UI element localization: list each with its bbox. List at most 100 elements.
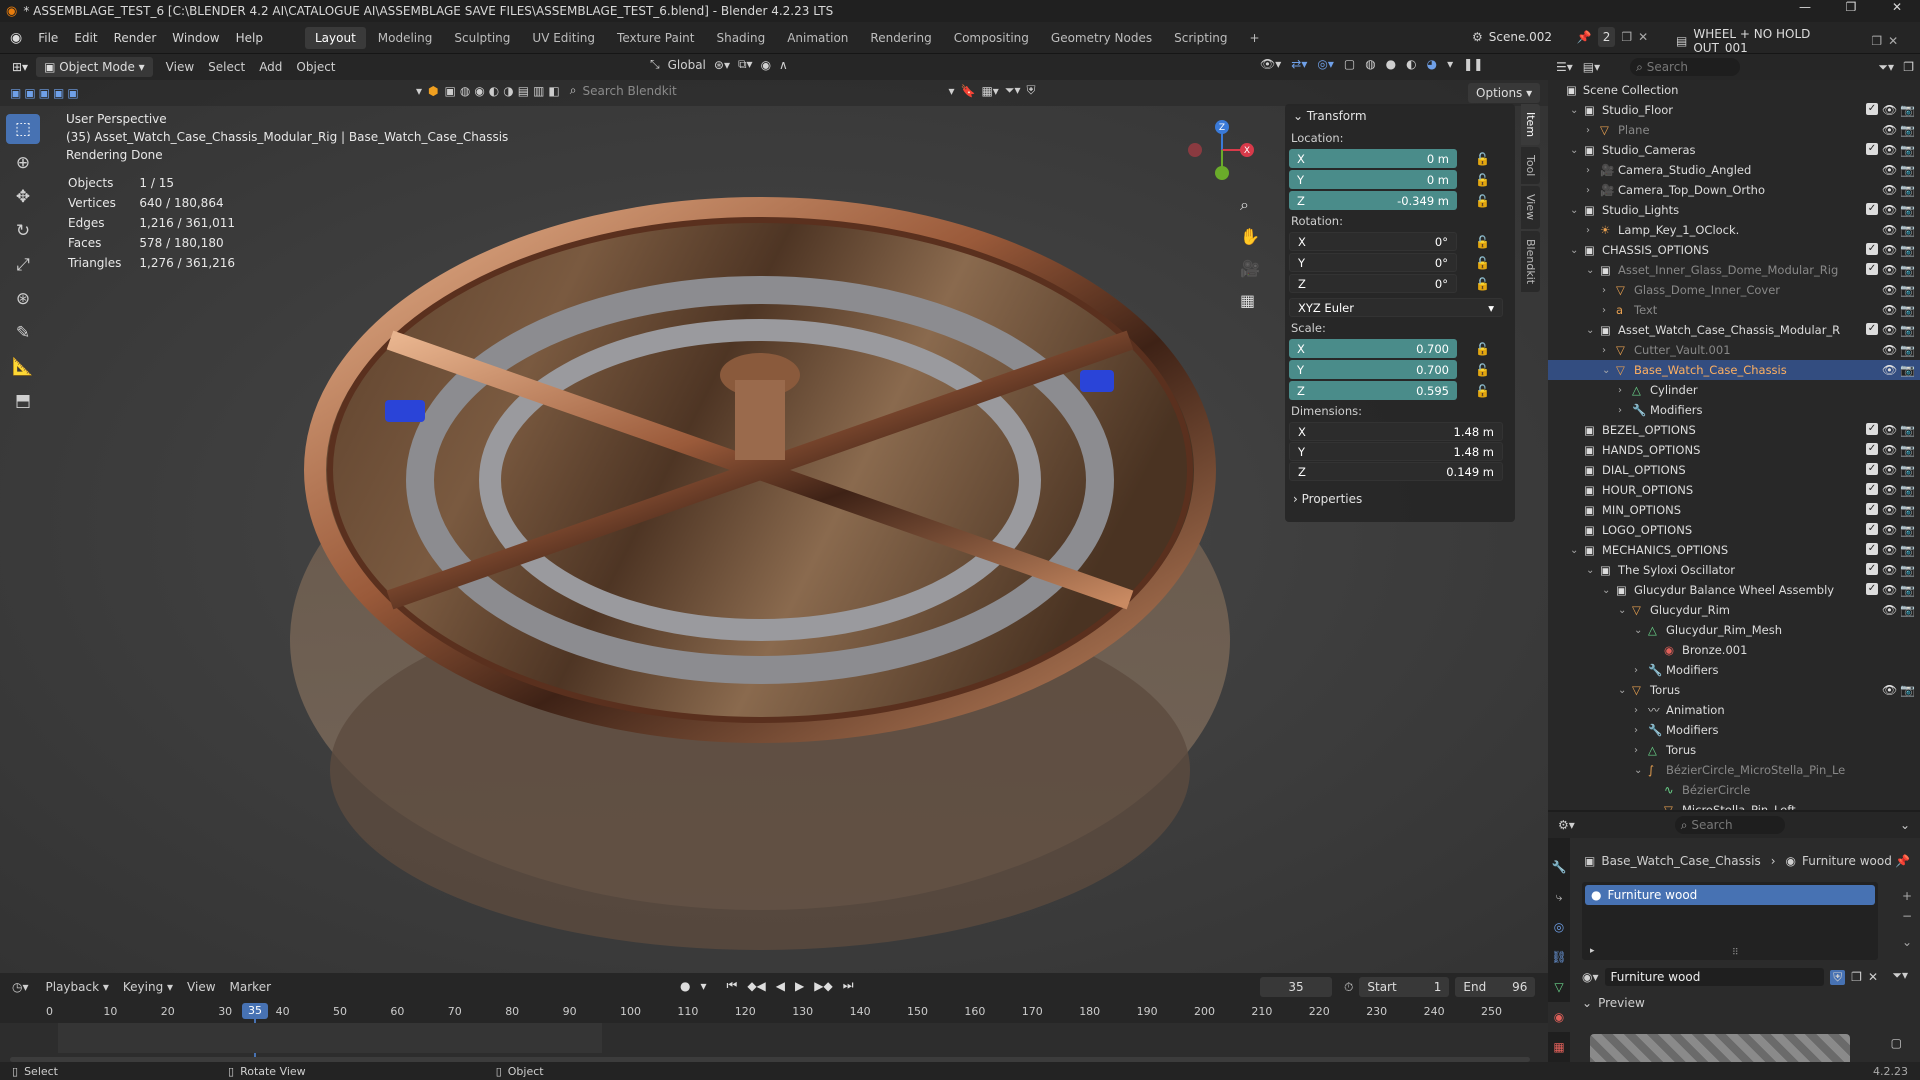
tool-tab-icon[interactable]: 🔧: [1548, 852, 1570, 882]
eye-icon[interactable]: 👁: [1882, 543, 1897, 557]
eye-icon[interactable]: 👁: [1882, 363, 1897, 377]
outliner-row[interactable]: ⌄ ▽ MicroStella_Pin_Left: [1548, 800, 1920, 810]
cursor-tool-icon[interactable]: ⊕: [6, 148, 40, 178]
scale-z-field[interactable]: Z 0.595: [1289, 381, 1457, 400]
eye-icon[interactable]: 👁: [1882, 183, 1897, 197]
render-camera-icon[interactable]: 📷: [1900, 523, 1915, 537]
eye-icon[interactable]: 👁: [1882, 463, 1897, 477]
exclude-checkbox[interactable]: ✓: [1866, 423, 1878, 435]
render-camera-icon[interactable]: 📷: [1900, 103, 1915, 117]
resize-handle-icon[interactable]: ⠿: [1732, 948, 1739, 958]
exclude-checkbox[interactable]: ✓: [1866, 583, 1878, 595]
outliner-row[interactable]: ⌄ ▣ Asset_Inner_Glass_Dome_Modular_Rig ✓ 👁 📷: [1548, 260, 1920, 280]
disclosure-open-icon[interactable]: ⌄: [1618, 605, 1632, 616]
outliner-row[interactable]: ⌄ ▣ Studio_Floor ✓ 👁 📷: [1548, 100, 1920, 120]
blendkit-search-input[interactable]: Search Blendkit: [582, 84, 942, 98]
annotate-tool-icon[interactable]: ✎: [6, 318, 40, 348]
eye-icon[interactable]: 👁: [1882, 443, 1897, 457]
render-camera-icon[interactable]: 📷: [1900, 243, 1915, 257]
properties-search-input[interactable]: Search: [1691, 818, 1732, 832]
tab-rendering[interactable]: Rendering: [860, 27, 941, 49]
tab-animation[interactable]: Animation: [777, 27, 858, 49]
move-tool-icon[interactable]: ✥: [6, 182, 40, 212]
tab-scripting[interactable]: Scripting: [1164, 27, 1237, 49]
snap-icon[interactable]: ⧉▾: [738, 57, 753, 72]
add-workspace-icon[interactable]: +: [1240, 27, 1270, 49]
render-camera-icon[interactable]: 📷: [1900, 563, 1915, 577]
material-filter-icon[interactable]: ⏷▾: [1892, 968, 1908, 983]
jump-start-icon[interactable]: ⏮: [727, 978, 738, 993]
outliner-row[interactable]: ▣ MIN_OPTIONS ✓ 👁 📷: [1548, 500, 1920, 520]
disclosure-closed-icon[interactable]: ›: [1586, 125, 1600, 136]
render-camera-icon[interactable]: 📷: [1900, 343, 1915, 357]
outliner-row[interactable]: ⌄ ∫ BézierCircle_MicroStella_Pin_Le: [1548, 760, 1920, 780]
outliner-row[interactable]: › ☀ Lamp_Key_1_OClock. 👁 📷: [1548, 220, 1920, 240]
mode-dropdown[interactable]: ▣ Object Mode ▾: [36, 57, 153, 77]
data-tab-icon[interactable]: ▽: [1548, 972, 1570, 1002]
render-camera-icon[interactable]: 📷: [1900, 363, 1915, 377]
rotation-y-field[interactable]: Y 0°: [1289, 253, 1457, 272]
disclosure-closed-icon[interactable]: ›: [1634, 745, 1648, 756]
render-camera-icon[interactable]: 📷: [1900, 443, 1915, 457]
pause-render-icon[interactable]: ❚❚: [1463, 57, 1483, 71]
scene-collection-row[interactable]: ▣ Scene Collection: [1548, 80, 1920, 100]
browse-material-icon[interactable]: ◉▾: [1582, 970, 1599, 984]
outliner-row[interactable]: › 〰 Animation: [1548, 700, 1920, 720]
eye-icon[interactable]: 👁: [1882, 603, 1897, 617]
play-icon[interactable]: ▶: [795, 979, 804, 993]
disclosure-open-icon[interactable]: ⌄: [1570, 105, 1584, 116]
exclude-checkbox[interactable]: ✓: [1866, 243, 1878, 255]
tab-texture-paint[interactable]: Texture Paint: [607, 27, 704, 49]
visibility-icon[interactable]: 👁▾: [1260, 57, 1281, 71]
navigation-gizmo[interactable]: Z X: [1180, 118, 1260, 188]
pan-hand-icon[interactable]: ✋: [1240, 227, 1262, 259]
outliner-row[interactable]: ⌄ ▽ Glucydur_Rim 👁 📷: [1548, 600, 1920, 620]
eye-icon[interactable]: 👁: [1882, 503, 1897, 517]
overlay-toggle-icon[interactable]: ◎▾: [1317, 57, 1334, 71]
disclosure-closed-icon[interactable]: ›: [1618, 405, 1632, 416]
eye-icon[interactable]: 👁: [1882, 223, 1897, 237]
preview-section-header[interactable]: ⌄ Preview: [1582, 996, 1645, 1010]
render-camera-icon[interactable]: 📷: [1900, 223, 1915, 237]
outliner-row[interactable]: ⌄ ▣ MECHANICS_OPTIONS ✓ 👁 📷: [1548, 540, 1920, 560]
disclosure-closed-icon[interactable]: ›: [1586, 165, 1600, 176]
menu-render[interactable]: Render: [106, 31, 165, 45]
frame-ruler[interactable]: 0 10 20 30 40 50 60 70 80 90 100 110 120 130 140 150 160…: [0, 1001, 1548, 1023]
tab-blendkit[interactable]: Blendkit: [1521, 230, 1540, 292]
rotate-tool-icon[interactable]: ↻: [6, 216, 40, 246]
options-dropdown[interactable]: Options ▾: [1468, 83, 1541, 103]
new-collection-icon[interactable]: ❐: [1903, 60, 1914, 74]
properties-section-header[interactable]: › Properties: [1285, 487, 1515, 511]
select-box-tool-icon[interactable]: ⬚: [6, 114, 40, 144]
render-camera-icon[interactable]: 📷: [1900, 143, 1915, 157]
outliner-row[interactable]: ▣ BEZEL_OPTIONS ✓ 👁 📷: [1548, 420, 1920, 440]
outliner-row[interactable]: ▣ HANDS_OPTIONS ✓ 👁 📷: [1548, 440, 1920, 460]
outliner-row[interactable]: ⌄ ▣ CHASSIS_OPTIONS ✓ 👁 📷: [1548, 240, 1920, 260]
disclosure-open-icon[interactable]: ⌄: [1634, 765, 1648, 776]
outliner-row[interactable]: › 🔧 Modifiers: [1548, 400, 1920, 420]
disclosure-closed-icon[interactable]: ›: [1586, 185, 1600, 196]
exclude-checkbox[interactable]: ✓: [1866, 443, 1878, 455]
pivot-icon[interactable]: ⊛▾: [714, 58, 730, 72]
unlink-material-icon[interactable]: ✕: [1868, 970, 1878, 984]
scene-icon[interactable]: ⚙: [1472, 30, 1483, 44]
layout-icon[interactable]: ▦▾: [981, 84, 998, 98]
render-camera-icon[interactable]: 📷: [1900, 603, 1915, 617]
record-icon[interactable]: ●: [680, 979, 690, 993]
outliner-row[interactable]: › a Text 👁 📷: [1548, 300, 1920, 320]
outliner-row[interactable]: ∿ BézierCircle: [1548, 780, 1920, 800]
menu-help[interactable]: Help: [228, 31, 271, 45]
render-camera-icon[interactable]: 📷: [1900, 263, 1915, 277]
end-frame-field[interactable]: End 96: [1455, 977, 1536, 997]
eye-icon[interactable]: 👁: [1882, 583, 1897, 597]
gizmo-toggle-icon[interactable]: ⇄▾: [1291, 57, 1307, 71]
disclosure-closed-icon[interactable]: ›: [1634, 705, 1648, 716]
outliner-row[interactable]: ▣ HOUR_OPTIONS ✓ 👁 📷: [1548, 480, 1920, 500]
render-camera-icon[interactable]: 📷: [1900, 463, 1915, 477]
render-camera-icon[interactable]: 📷: [1900, 503, 1915, 517]
disclosure-open-icon[interactable]: ⌄: [1586, 565, 1600, 576]
eye-icon[interactable]: 👁: [1882, 423, 1897, 437]
disclosure-open-icon[interactable]: ⌄: [1602, 585, 1616, 596]
eye-icon[interactable]: 👁: [1882, 243, 1897, 257]
lock-icon[interactable]: 🔓: [1475, 194, 1490, 208]
